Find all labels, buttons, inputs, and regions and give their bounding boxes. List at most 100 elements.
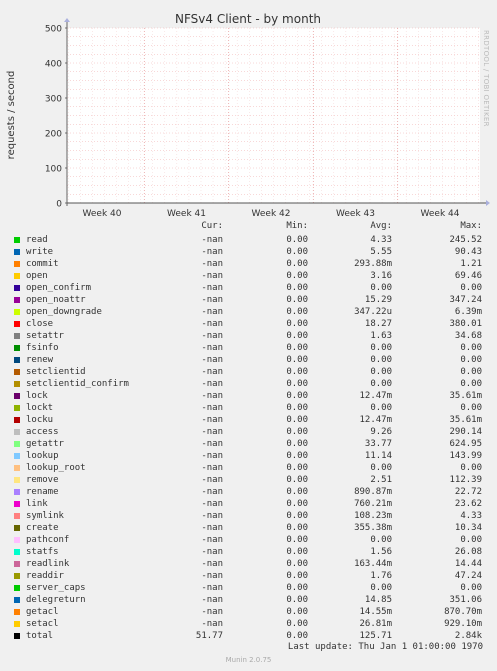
y-axis-label: requests / second <box>6 71 17 160</box>
legend-name: access <box>26 427 59 437</box>
legend-swatch <box>14 381 20 387</box>
legend-min: 0.00 <box>286 571 308 581</box>
legend-cur: -nan <box>201 475 223 485</box>
legend-avg: 0.00 <box>370 463 392 473</box>
legend-avg: 12.47m <box>359 415 392 425</box>
legend-cur: -nan <box>201 511 223 521</box>
legend-min: 0.00 <box>286 427 308 437</box>
x-tick-label: Week 42 <box>252 209 291 219</box>
legend-max: 0.00 <box>460 355 482 365</box>
legend-min: 0.00 <box>286 283 308 293</box>
legend-min: 0.00 <box>286 451 308 461</box>
legend-cur: -nan <box>201 451 223 461</box>
legend-avg: 4.33 <box>370 235 392 245</box>
legend-cur: -nan <box>201 319 223 329</box>
legend-cur: -nan <box>201 391 223 401</box>
legend-max: 0.00 <box>460 403 482 413</box>
legend-swatch <box>14 249 20 255</box>
legend-name: locku <box>26 415 54 425</box>
y-tick-label: 0 <box>56 200 62 210</box>
legend-swatch <box>14 441 20 447</box>
legend-name: write <box>26 247 54 257</box>
legend-name: setattr <box>26 331 64 341</box>
legend-cur: -nan <box>201 415 223 425</box>
legend-max: 380.01 <box>449 319 482 329</box>
legend-max: 2.84k <box>454 631 482 641</box>
legend-min: 0.00 <box>286 559 308 569</box>
legend-cur: -nan <box>201 559 223 569</box>
legend-name: commit <box>26 259 59 269</box>
legend-row: locku -nan 0.00 12.47m 35.61m <box>0 414 497 426</box>
legend-cur: -nan <box>201 259 223 269</box>
legend-min: 0.00 <box>286 415 308 425</box>
last-update: Last update: Thu Jan 1 01:00:00 1970 <box>287 642 483 652</box>
legend-swatch <box>14 573 20 579</box>
legend-row: open_downgrade -nan 0.00 347.22u 6.39m <box>0 306 497 318</box>
legend-cur: -nan <box>201 523 223 533</box>
legend-min: 0.00 <box>286 475 308 485</box>
legend-name: renew <box>26 355 54 365</box>
legend-min: 0.00 <box>286 631 308 641</box>
legend-name: remove <box>26 475 59 485</box>
legend-swatch <box>14 537 20 543</box>
legend-swatch <box>14 261 20 267</box>
legend-avg: 0.00 <box>370 379 392 389</box>
legend-min: 0.00 <box>286 307 308 317</box>
y-tick-label: 100 <box>45 165 62 175</box>
legend-cur: 51.77 <box>195 631 223 641</box>
legend-row: lookup -nan 0.00 11.14 143.99 <box>0 450 497 462</box>
legend-swatch <box>14 429 20 435</box>
legend-swatch <box>14 417 20 423</box>
legend-max: 35.61m <box>449 391 482 401</box>
legend-cur: -nan <box>201 619 223 629</box>
legend-avg: 0.00 <box>370 343 392 353</box>
legend-swatch <box>14 513 20 519</box>
legend-name: pathconf <box>26 535 70 545</box>
x-tick-label: Week 40 <box>83 209 122 219</box>
legend-min: 0.00 <box>286 487 308 497</box>
legend-name: getattr <box>26 439 64 449</box>
legend-max: 0.00 <box>460 463 482 473</box>
legend-cur: -nan <box>201 403 223 413</box>
legend-avg: 12.47m <box>359 391 392 401</box>
legend-avg: 0.00 <box>370 583 392 593</box>
legend-name: rename <box>26 487 59 497</box>
legend-max: 245.52 <box>449 235 482 245</box>
legend-avg: 11.14 <box>364 451 392 461</box>
legend-min: 0.00 <box>286 259 308 269</box>
chart: NFSv4 Client - by month requests / secon… <box>6 12 490 219</box>
legend-swatch <box>14 453 20 459</box>
legend-cur: -nan <box>201 427 223 437</box>
legend-cur: -nan <box>201 235 223 245</box>
legend-min: 0.00 <box>286 379 308 389</box>
legend-avg: 760.21m <box>354 499 392 509</box>
legend-swatch <box>14 477 20 483</box>
legend-cur: -nan <box>201 307 223 317</box>
legend-min: 0.00 <box>286 499 308 509</box>
legend-cur: -nan <box>201 367 223 377</box>
legend-name: readdir <box>26 571 64 581</box>
y-axis-arrow <box>64 18 70 22</box>
x-tick-label: Week 43 <box>336 209 375 219</box>
legend-avg: 293.88m <box>354 259 392 269</box>
legend-row: open_noattr -nan 0.00 15.29 347.24 <box>0 294 497 306</box>
legend-avg: 347.22u <box>354 307 392 317</box>
legend-max: 23.62 <box>454 499 482 509</box>
legend-name: server_caps <box>26 583 86 593</box>
legend-swatch <box>14 621 20 627</box>
legend-min: 0.00 <box>286 523 308 533</box>
legend-min: 0.00 <box>286 607 308 617</box>
legend-min: 0.00 <box>286 535 308 545</box>
legend-avg: 0.00 <box>370 355 392 365</box>
legend-avg: 18.27 <box>364 319 392 329</box>
legend-avg: 0.00 <box>370 283 392 293</box>
legend-avg: 33.77 <box>364 439 392 449</box>
x-axis-arrow <box>486 200 490 206</box>
legend-min: 0.00 <box>286 583 308 593</box>
legend-row: read -nan 0.00 4.33 245.52 <box>0 234 497 246</box>
legend-name: close <box>26 319 54 329</box>
legend-max: 47.24 <box>454 571 482 581</box>
legend-max: 0.00 <box>460 343 482 353</box>
y-tick-label: 500 <box>45 25 62 35</box>
legend-cur: -nan <box>201 595 223 605</box>
